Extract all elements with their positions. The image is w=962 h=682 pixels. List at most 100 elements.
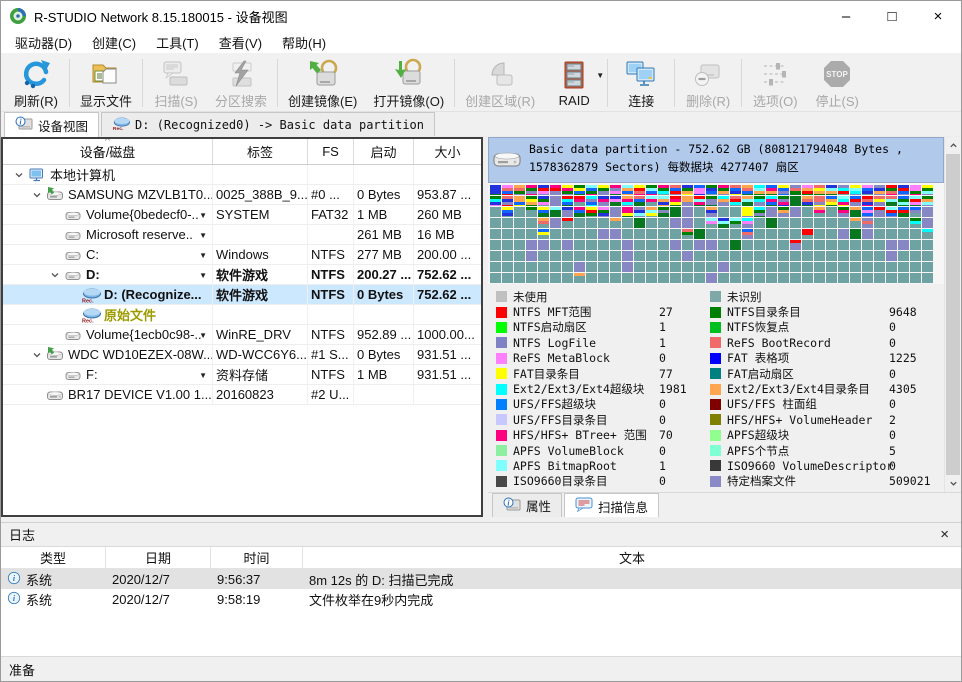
tree-row[interactable]: Rec.原始文件	[3, 305, 481, 325]
chevron-down-icon[interactable]	[29, 190, 45, 200]
maximize-button[interactable]: □	[869, 1, 915, 31]
menu-item-help[interactable]: 帮助(H)	[272, 31, 336, 54]
legend-label: 特定档案文件	[727, 473, 889, 489]
scan-block	[802, 273, 813, 283]
volume-icon	[63, 367, 83, 383]
partition-info-text: Basic data partition - 752.62 GB (808121…	[529, 141, 939, 177]
scan-block	[754, 185, 765, 195]
scroll-down-icon[interactable]	[945, 475, 961, 492]
scan-block	[670, 218, 681, 228]
scan-block	[922, 207, 933, 217]
menu-item-create[interactable]: 创建(C)	[82, 31, 146, 54]
close-button[interactable]: ×	[915, 1, 961, 31]
legend-count: 1	[659, 336, 666, 350]
scan-block	[634, 262, 645, 272]
scan-block	[490, 262, 501, 272]
start-cell	[354, 385, 414, 404]
log-close-icon[interactable]: ×	[936, 526, 953, 543]
tree-row[interactable]: Rec.D: (Recognize...软件游戏NTFS0 Bytes752.6…	[3, 285, 481, 305]
device-cell: Rec.D: (Recognize...	[3, 285, 213, 304]
scan-block	[682, 229, 693, 239]
row-dropdown-icon[interactable]: ▼	[199, 371, 207, 380]
tree-column-header[interactable]: 大小	[414, 139, 481, 164]
legend-item: FAT 表格项1225	[710, 351, 942, 366]
menu-item-view[interactable]: 查看(V)	[209, 31, 272, 54]
log-column-header[interactable]: 类型	[1, 547, 106, 568]
log-type-cell: i系统	[1, 590, 106, 609]
legend-count: 509021	[889, 474, 931, 488]
scan-block	[646, 229, 657, 239]
scan-block	[814, 262, 825, 272]
scan-block	[586, 185, 597, 195]
log-column-header[interactable]: 时间	[211, 547, 303, 568]
scan-block	[850, 262, 861, 272]
log-row[interactable]: i系统2020/12/79:58:19文件枚举在9秒内完成	[1, 589, 961, 609]
row-dropdown-icon[interactable]: ▼	[199, 251, 207, 260]
dropdown-arrow-icon[interactable]: ▼	[596, 71, 604, 80]
legend-item: UFS/FFS超级块0	[496, 397, 708, 412]
tree-row[interactable]: C:▼WindowsNTFS277 MB200.00 ...	[3, 245, 481, 265]
chevron-down-icon[interactable]	[11, 170, 27, 180]
tree-row[interactable]: D:▼软件游戏NTFS200.27 ...752.62 ...	[3, 265, 481, 285]
chevron-down-icon[interactable]	[47, 270, 63, 280]
tab-scan-info[interactable]: 扫描信息	[564, 493, 659, 517]
delete-icon	[692, 58, 724, 90]
tree-row[interactable]: F:▼资料存储NTFS1 MB931.51 ...	[3, 365, 481, 385]
raid-button[interactable]: RAID▼	[543, 55, 605, 111]
scan-scrollbar[interactable]	[944, 137, 961, 492]
tab-recognized-partition[interactable]: Rec.D: (Recognized0) -> Basic data parti…	[101, 112, 435, 136]
show-files-button[interactable]: 显示文件	[72, 55, 140, 111]
tab-device-view[interactable]: i设备视图	[4, 112, 99, 137]
scan-block	[622, 262, 633, 272]
scan-block	[778, 273, 789, 283]
scan-block	[874, 240, 885, 250]
scroll-thumb[interactable]	[946, 154, 960, 475]
tree-row[interactable]: SAMSUNG MZVLB1T0...0025_388B_9...#0 ...0…	[3, 185, 481, 205]
tree-column-header[interactable]: FS	[308, 139, 354, 164]
scan-block	[898, 218, 909, 228]
toolbar-separator	[142, 59, 143, 107]
tree-row[interactable]: Volume{1ecb0c98-..▼WinRE_DRVNTFS952.89 .…	[3, 325, 481, 345]
size-cell: 16 MB	[414, 225, 481, 244]
svg-text:Rec.: Rec.	[82, 318, 94, 323]
row-dropdown-icon[interactable]: ▼	[199, 271, 207, 280]
scan-content: Basic data partition - 752.62 GB (808121…	[488, 137, 961, 492]
row-dropdown-icon[interactable]: ▼	[199, 331, 207, 340]
chevron-down-icon[interactable]	[29, 350, 45, 360]
fs-cell: #0 ...	[308, 185, 354, 204]
log-column-header[interactable]: 日期	[106, 547, 211, 568]
legend-count: 27	[659, 305, 673, 319]
scan-block	[490, 218, 501, 228]
log-column-header[interactable]: 文本	[303, 547, 961, 568]
menu-item-drive[interactable]: 驱动器(D)	[5, 31, 82, 54]
tree-row[interactable]: BR17 DEVICE V1.00 1....20160823#2 U...	[3, 385, 481, 405]
scan-block	[694, 240, 705, 250]
scan-block	[622, 240, 633, 250]
scroll-up-icon[interactable]	[945, 137, 961, 154]
legend-label: NTFS MFT范围	[513, 304, 659, 320]
minimize-button[interactable]: –	[823, 1, 869, 31]
tree-row[interactable]: WDC WD10EZEX-08W...WD-WCC6Y6...#1 S...0 …	[3, 345, 481, 365]
connect-button[interactable]: 连接	[610, 55, 672, 111]
tab-properties[interactable]: i属性	[492, 493, 562, 517]
scan-block	[778, 185, 789, 195]
create-image-button[interactable]: 创建镜像(E)	[280, 55, 365, 111]
menu-item-tools[interactable]: 工具(T)	[146, 31, 209, 54]
row-dropdown-icon[interactable]: ▼	[199, 231, 207, 240]
tree-column-header[interactable]: 标签	[213, 139, 308, 164]
toolbar-separator	[277, 59, 278, 107]
open-image-button[interactable]: 打开镜像(O)	[365, 55, 452, 111]
refresh-button[interactable]: 刷新(R)	[5, 55, 67, 111]
scan-block	[514, 207, 525, 217]
scan-block-map[interactable]	[488, 183, 944, 284]
tree-row[interactable]: Microsoft reserve..▼261 MB16 MB	[3, 225, 481, 245]
tree-column-header[interactable]: 启动	[354, 139, 414, 164]
tree-row[interactable]: 本地计算机	[3, 165, 481, 185]
row-dropdown-icon[interactable]: ▼	[199, 211, 207, 220]
tree-row[interactable]: Volume{0bedecf0-..▼SYSTEMFAT321 MB260 MB	[3, 205, 481, 225]
legend-count: 70	[659, 428, 673, 442]
tree-column-header[interactable]: 设备/磁盘^	[3, 139, 213, 164]
scan-block	[550, 207, 561, 217]
volume-icon	[63, 207, 83, 223]
log-row[interactable]: i系统2020/12/79:56:378m 12s 的 D: 扫描已完成	[1, 569, 961, 589]
